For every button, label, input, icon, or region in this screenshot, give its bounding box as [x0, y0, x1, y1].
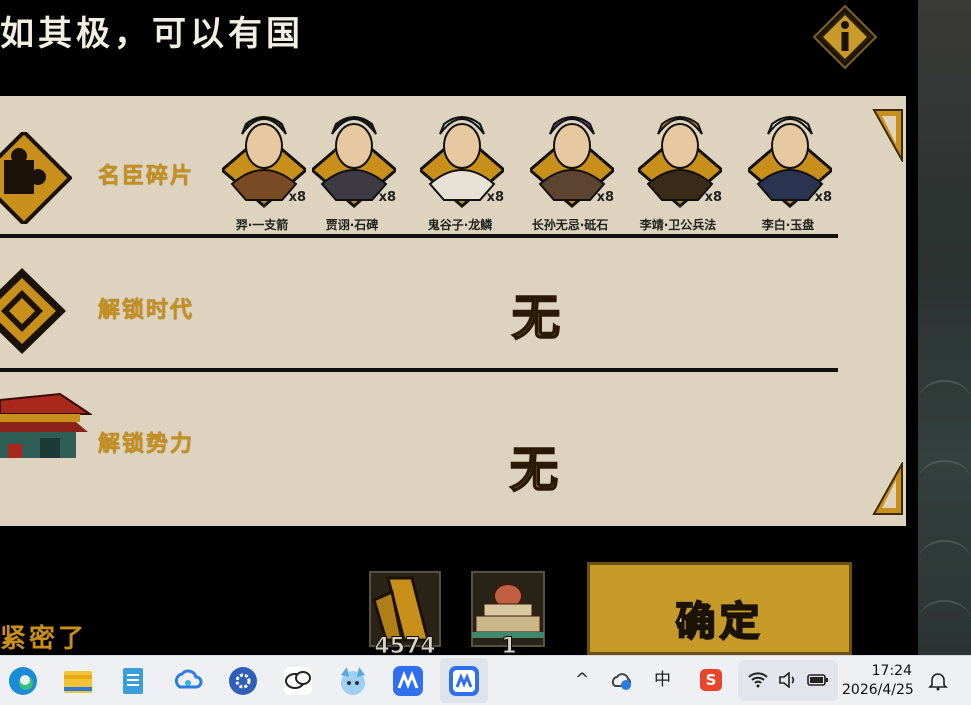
onedrive-status-icon[interactable]	[611, 670, 635, 692]
hero-fragment-name: 李白·玉盘	[761, 218, 815, 232]
notification-bell-icon[interactable]	[928, 671, 948, 691]
confirm-button[interactable]: 确定	[587, 562, 852, 655]
hero-fragment-count: x8	[596, 190, 614, 205]
hero-fragment-count: x8	[378, 190, 396, 205]
background-strip	[918, 0, 971, 655]
hero-fragment-card[interactable]: x8 贾诩·石碑	[302, 104, 402, 234]
sogou-ime-icon[interactable]: S	[700, 669, 722, 691]
edge-icon[interactable]	[7, 665, 39, 697]
hero-fragment-name: 长孙无忌·砥石	[531, 218, 609, 232]
hero-fragment-count: x8	[814, 190, 832, 205]
fragments-label: 名臣碎片	[98, 164, 195, 189]
volume-icon[interactable]	[778, 672, 798, 688]
puzzle-icon	[0, 132, 72, 224]
settings-gear-icon[interactable]	[227, 665, 259, 697]
hero-fragment-card[interactable]: x8 羿·一支箭	[214, 104, 312, 234]
taskbar-clock[interactable]: 17:24 2026/4/25	[842, 662, 914, 700]
resource-value: 4574	[374, 634, 436, 656]
row-divider	[0, 368, 838, 372]
taskbar: ^ 中 S 17:24 2026/4/25	[0, 655, 971, 705]
game-screen: 如其极，可以有国 名臣碎片 解锁时代 无 解锁势力 无 x8 羿·一支箭 x8 …	[0, 0, 918, 655]
wifi-icon[interactable]	[748, 672, 768, 688]
corner-ornament-icon	[872, 462, 903, 515]
meitu-app-icon[interactable]	[392, 665, 424, 697]
bottom-hint-text: 紧密了	[0, 624, 88, 654]
file-explorer-icon[interactable]	[62, 665, 94, 697]
tray-overflow-chevron[interactable]: ^	[575, 656, 589, 705]
diamond-emblem-icon	[0, 268, 66, 354]
hero-fragment-name: 鬼谷子·龙鳞	[427, 218, 493, 232]
battery-charging-icon[interactable]	[807, 672, 829, 688]
resource-arrow-token: 4574	[368, 570, 442, 655]
palace-icon	[0, 392, 92, 458]
corner-ornament-icon	[872, 109, 903, 162]
clock-time: 17:24	[871, 663, 912, 679]
info-button[interactable]	[812, 4, 878, 70]
faction-value: 无	[509, 441, 559, 499]
info-icon	[812, 4, 878, 70]
anime-avatar-app-icon[interactable]	[337, 665, 369, 697]
notepad-icon[interactable]	[117, 665, 149, 697]
faction-label: 解锁势力	[98, 432, 195, 457]
era-value: 无	[511, 289, 561, 347]
row-divider	[0, 234, 838, 238]
page-title: 如其极，可以有国	[0, 14, 304, 54]
hero-fragment-card[interactable]: x8 鬼谷子·龙鳞	[410, 104, 510, 234]
era-label: 解锁时代	[98, 298, 195, 323]
cloud-drive-icon[interactable]	[172, 665, 204, 697]
hero-fragment-name: 羿·一支箭	[235, 218, 289, 232]
resource-palace-token: 1	[471, 570, 546, 656]
hero-fragment-name: 李靖·卫公兵法	[639, 218, 717, 232]
hero-fragment-card[interactable]: x8 长孙无忌·砥石	[520, 104, 620, 234]
hero-fragment-card[interactable]: x8 李靖·卫公兵法	[628, 104, 728, 234]
resource-value: 1	[501, 634, 517, 656]
confirm-button-label: 确定	[675, 597, 764, 646]
hero-fragment-count: x8	[704, 190, 722, 205]
clock-date: 2026/4/25	[842, 682, 914, 698]
hero-fragment-count: x8	[486, 190, 504, 205]
hero-fragment-name: 贾诩·石碑	[325, 218, 379, 232]
chat-app-icon[interactable]	[282, 665, 314, 697]
ime-indicator[interactable]: 中	[654, 656, 671, 705]
hero-fragment-card[interactable]: x8 李白·玉盘	[738, 104, 838, 234]
meitu-active-app-icon[interactable]	[448, 665, 480, 697]
